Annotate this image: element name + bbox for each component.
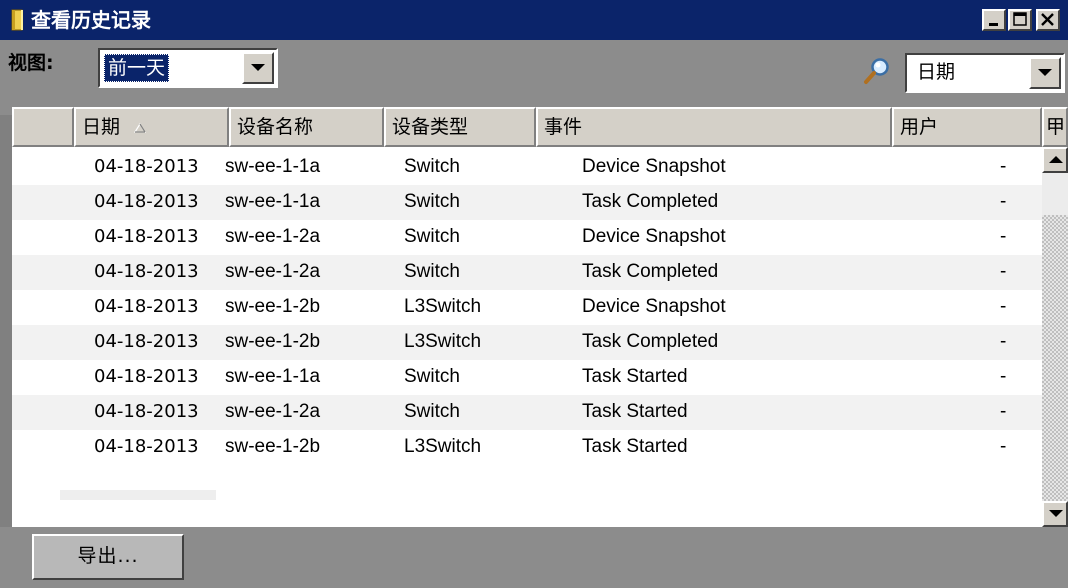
scroll-down-button[interactable] bbox=[1042, 501, 1068, 527]
cell-date: 04-18-2013 bbox=[94, 226, 199, 247]
cell-device-type: L3Switch bbox=[404, 296, 482, 317]
cell-event: Device Snapshot bbox=[582, 296, 726, 317]
table-header: 日期 设备名称 设备类型 事件 用户 甲 bbox=[12, 107, 1068, 147]
cell-event: Device Snapshot bbox=[582, 226, 726, 247]
sort-ascending-icon bbox=[134, 122, 147, 133]
cell-device-name: sw-ee-1-2a bbox=[225, 261, 321, 282]
chevron-up-icon bbox=[1049, 156, 1063, 163]
cell-device-name: sw-ee-1-2a bbox=[225, 401, 321, 422]
maximize-icon bbox=[1013, 12, 1027, 26]
cell-date: 04-18-2013 bbox=[94, 401, 199, 422]
filter-select-dropdown-button[interactable] bbox=[1029, 57, 1061, 89]
table-row[interactable]: 04-18-2013 sw-ee-1-2a Switch Task Completed… bbox=[12, 255, 1042, 290]
cell-user: - bbox=[1000, 226, 1007, 247]
view-label: 视图: bbox=[8, 52, 54, 74]
cell-user: - bbox=[1000, 401, 1007, 422]
table-row[interactable]: 04-18-2013 sw-ee-1-2a Switch Device Snapsho… bbox=[12, 220, 1042, 255]
close-icon bbox=[1041, 13, 1054, 26]
scroll-up-button[interactable] bbox=[1042, 147, 1068, 173]
cell-device-type: L3Switch bbox=[404, 436, 482, 457]
cell-date: 04-18-2013 bbox=[94, 366, 199, 387]
notebook-icon bbox=[11, 9, 23, 31]
cell-date: 04-18-2013 bbox=[94, 261, 199, 282]
column-header-device-name[interactable]: 设备名称 bbox=[229, 107, 384, 147]
title-bar[interactable]: 查看历史记录 bbox=[0, 0, 1068, 40]
filter-select-value: 日期 bbox=[917, 61, 956, 83]
cell-event: Task Started bbox=[582, 436, 688, 457]
minimize-button[interactable] bbox=[982, 9, 1006, 31]
cell-device-type: Switch bbox=[404, 156, 460, 177]
view-select[interactable]: 前一天 bbox=[98, 48, 278, 88]
cell-user: - bbox=[1000, 156, 1007, 177]
vertical-scrollbar[interactable] bbox=[1042, 147, 1068, 527]
table-row[interactable]: 04-18-2013 sw-ee-1-2b L3Switch Device Snaps… bbox=[12, 290, 1042, 325]
cell-event: Task Started bbox=[582, 366, 688, 387]
table-row[interactable]: 04-18-2013 sw-ee-1-2b L3Switch Task Complet… bbox=[12, 325, 1042, 360]
column-header-date[interactable]: 日期 bbox=[74, 107, 229, 147]
cell-event: Task Completed bbox=[582, 261, 719, 282]
blank-row-placeholder bbox=[60, 490, 216, 500]
chevron-down-icon bbox=[1049, 510, 1063, 517]
table-row[interactable]: 04-18-2013 sw-ee-1-1a Switch Task Started - bbox=[12, 360, 1042, 395]
minimize-icon bbox=[989, 23, 998, 26]
column-header-event[interactable]: 事件 bbox=[536, 107, 892, 147]
column-header-device-type[interactable]: 设备类型 bbox=[384, 107, 536, 147]
cell-device-name: sw-ee-1-2b bbox=[225, 331, 321, 352]
row-header-corner bbox=[12, 107, 74, 147]
cell-device-type: Switch bbox=[404, 191, 460, 212]
cell-event: Task Completed bbox=[582, 191, 719, 212]
cell-date: 04-18-2013 bbox=[94, 156, 199, 177]
window-title: 查看历史记录 bbox=[31, 8, 151, 32]
close-button[interactable] bbox=[1036, 9, 1060, 31]
cell-user: - bbox=[1000, 261, 1007, 282]
table-row[interactable]: 04-18-2013 sw-ee-1-2a Switch Task Started - bbox=[12, 395, 1042, 430]
cell-device-type: L3Switch bbox=[404, 331, 482, 352]
view-select-value: 前一天 bbox=[104, 54, 170, 82]
table-row[interactable]: 04-18-2013 sw-ee-1-2b L3Switch Task Started… bbox=[12, 430, 1042, 465]
view-select-dropdown-button[interactable] bbox=[242, 52, 274, 84]
cell-device-type: Switch bbox=[404, 401, 460, 422]
history-window: 查看历史记录 视图: 前一天 日期 日期 设备名称 设备类型 事件 用户 甲 0… bbox=[0, 0, 1068, 588]
cell-event: Task Started bbox=[582, 401, 688, 422]
cell-user: - bbox=[1000, 191, 1007, 212]
export-button[interactable]: 导出... bbox=[32, 534, 184, 580]
cell-device-type: Switch bbox=[404, 366, 460, 387]
table-row[interactable]: 04-18-2013 sw-ee-1-1a Switch Task Completed… bbox=[12, 185, 1042, 220]
history-table: 日期 设备名称 设备类型 事件 用户 甲 04-18-2013 sw-ee-1-1… bbox=[12, 107, 1068, 527]
cell-event: Device Snapshot bbox=[582, 156, 726, 177]
cell-date: 04-18-2013 bbox=[94, 296, 199, 317]
chevron-down-icon bbox=[1038, 69, 1052, 76]
column-chooser-button[interactable]: 甲 bbox=[1042, 107, 1068, 147]
cell-device-type: Switch bbox=[404, 226, 460, 247]
cell-date: 04-18-2013 bbox=[94, 331, 199, 352]
cell-user: - bbox=[1000, 366, 1007, 387]
column-header-label: 日期 bbox=[82, 116, 121, 138]
cell-device-name: sw-ee-1-1a bbox=[225, 156, 321, 177]
cell-device-name: sw-ee-1-2a bbox=[225, 226, 321, 247]
chevron-down-icon bbox=[251, 64, 265, 71]
cell-device-name: sw-ee-1-2b bbox=[225, 296, 321, 317]
cell-device-name: sw-ee-1-1a bbox=[225, 366, 321, 387]
cell-date: 04-18-2013 bbox=[94, 191, 199, 212]
magnifier-icon[interactable] bbox=[862, 56, 892, 86]
cell-user: - bbox=[1000, 296, 1007, 317]
cell-event: Task Completed bbox=[582, 331, 719, 352]
scroll-thumb[interactable] bbox=[1042, 173, 1068, 215]
column-header-user[interactable]: 用户 bbox=[892, 107, 1042, 147]
cell-user: - bbox=[1000, 331, 1007, 352]
maximize-button[interactable] bbox=[1008, 9, 1032, 31]
cell-device-name: sw-ee-1-1a bbox=[225, 191, 321, 212]
table-row[interactable]: 04-18-2013 sw-ee-1-1a Switch Device Snapsho… bbox=[12, 150, 1042, 185]
cell-device-type: Switch bbox=[404, 261, 460, 282]
cell-user: - bbox=[1000, 436, 1007, 457]
filter-select[interactable]: 日期 bbox=[905, 53, 1065, 93]
cell-device-name: sw-ee-1-2b bbox=[225, 436, 321, 457]
cell-date: 04-18-2013 bbox=[94, 436, 199, 457]
